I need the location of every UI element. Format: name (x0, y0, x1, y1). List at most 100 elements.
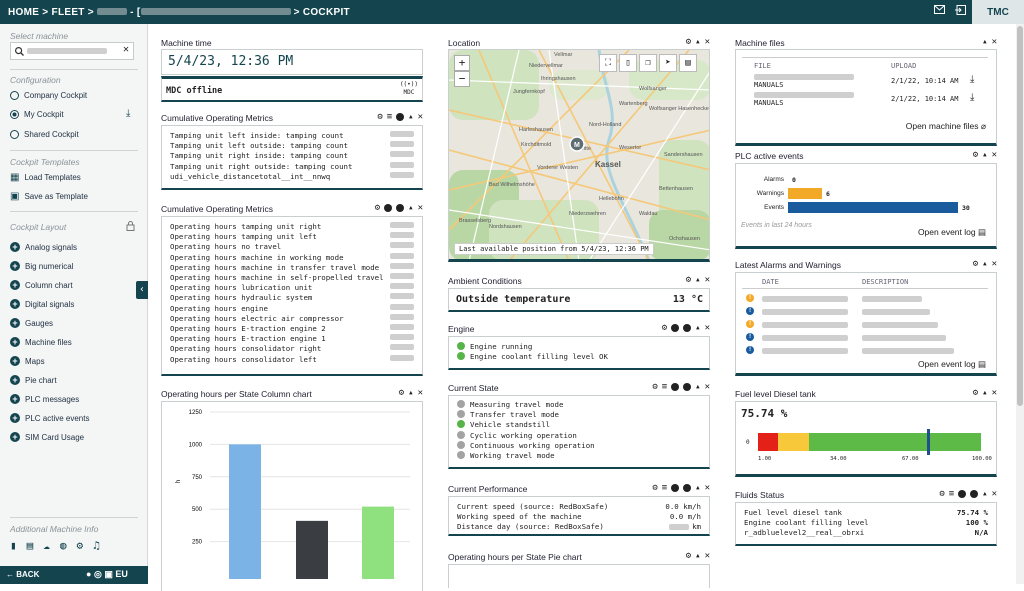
open-event-log-link[interactable]: Open event log ▤ (918, 227, 986, 238)
remove-icon[interactable] (396, 113, 405, 121)
file-row[interactable]: MANUALS 2/1/22, 10:14 AM ⤓ (736, 92, 996, 108)
clear-icon[interactable]: ✕ (123, 44, 129, 55)
copy-icon[interactable]: ❐ (639, 54, 657, 72)
phone-icon[interactable]: ▯ (619, 54, 637, 72)
minus-icon[interactable] (671, 324, 680, 332)
layout-item[interactable]: + Column chart (10, 280, 73, 290)
fullscreen-icon[interactable]: ⛶ (599, 54, 617, 72)
settings-icon[interactable]: ⚙ (973, 259, 978, 269)
alarm-row[interactable]: ! (736, 306, 996, 318)
calendar-icon[interactable]: ▤ (679, 54, 697, 72)
settings-icon[interactable]: ⚙ (686, 275, 691, 285)
mail-icon[interactable] (934, 5, 945, 14)
collapse-icon[interactable]: ▴ (982, 259, 987, 269)
layout-item[interactable]: + SIM Card Usage (10, 432, 84, 442)
collapse-icon[interactable]: ▴ (982, 489, 987, 499)
save-as-template[interactable]: ▣ Save as Template (10, 191, 88, 202)
settings-icon[interactable]: ⚙ (973, 388, 978, 398)
collapse-icon[interactable]: ▴ (408, 203, 413, 213)
sort-icon[interactable]: ≡ (387, 112, 392, 122)
settings-icon[interactable]: ⚙ (973, 150, 978, 160)
download-icon[interactable]: ⤓ (970, 92, 974, 103)
language-label[interactable]: EU (115, 569, 128, 579)
user-badge[interactable]: TMC (972, 0, 1024, 24)
sort-icon[interactable]: ≡ (662, 483, 667, 493)
bar[interactable] (362, 506, 394, 579)
minus-icon[interactable] (958, 490, 967, 498)
minus-icon[interactable] (384, 204, 393, 212)
close-icon[interactable]: ✕ (992, 489, 997, 499)
open-event-log-link[interactable]: Open event log ▤ (918, 359, 986, 370)
close-icon[interactable]: ✕ (992, 37, 997, 47)
scrollbar[interactable] (1016, 24, 1024, 584)
config-company-cockpit[interactable]: Company Cockpit (10, 91, 87, 100)
alarm-row[interactable]: ! (736, 345, 996, 357)
zoom-out-button[interactable]: − (454, 71, 470, 87)
settings-icon[interactable]: ⚙ (375, 203, 380, 213)
layout-item[interactable]: + PLC messages (10, 394, 79, 404)
plus-icon[interactable] (683, 324, 692, 332)
close-icon[interactable]: ✕ (705, 323, 710, 333)
close-icon[interactable]: ✕ (705, 37, 710, 47)
sort-icon[interactable]: ≡ (662, 382, 667, 392)
crumb-redacted[interactable] (97, 8, 128, 16)
collapse-icon[interactable]: ▴ (982, 150, 987, 160)
cloud-icon[interactable]: ☁ (43, 539, 50, 552)
close-icon[interactable]: ✕ (992, 259, 997, 269)
machine-select[interactable]: ✕ (10, 42, 134, 60)
settings-icon[interactable]: ⚙ (939, 489, 944, 499)
collapse-icon[interactable]: ▴ (695, 382, 700, 392)
bell-icon[interactable]: ♫ (93, 539, 100, 552)
minus-icon[interactable] (671, 383, 680, 391)
logout-icon[interactable] (955, 5, 966, 15)
collapse-icon[interactable]: ▴ (695, 323, 700, 333)
collapse-icon[interactable]: ▴ (695, 551, 700, 561)
map[interactable]: Vellmar Niedervellmar Ihringshausen Jungfer… (449, 50, 710, 261)
load-templates[interactable]: ▦ Load Templates (10, 172, 81, 183)
settings-icon[interactable]: ⚙ (77, 539, 84, 552)
settings-icon[interactable]: ⚙ (686, 37, 691, 47)
file-row[interactable]: MANUALS 2/1/22, 10:14 AM ⤓ (736, 74, 996, 90)
open-machine-files-link[interactable]: Open machine files ⌀ (906, 121, 986, 132)
close-icon[interactable]: ✕ (705, 275, 710, 285)
layout-item[interactable]: + Pie chart (10, 375, 57, 385)
plus-icon[interactable] (683, 383, 692, 391)
layout-item[interactable]: + PLC active events (10, 413, 89, 423)
download-icon[interactable]: ⤓ (970, 74, 974, 85)
layout-item[interactable]: + Gauges (10, 318, 53, 328)
alarm-row[interactable]: ! (736, 319, 996, 331)
close-icon[interactable]: ✕ (418, 112, 423, 122)
config-my-cockpit[interactable]: My Cockpit (10, 110, 64, 119)
close-icon[interactable]: ✕ (705, 483, 710, 493)
alarm-row[interactable]: ! (736, 293, 996, 305)
settings-icon[interactable]: ⚙ (377, 112, 382, 122)
navigate-icon[interactable]: ➤ (659, 54, 677, 72)
minus-icon[interactable] (671, 484, 680, 492)
plus-icon[interactable] (970, 490, 979, 498)
collapse-icon[interactable]: ▴ (695, 37, 700, 47)
layout-item[interactable]: + Big numerical (10, 261, 73, 271)
settings-icon[interactable]: ⚙ (652, 483, 657, 493)
layout-item[interactable]: + Analog signals (10, 242, 77, 252)
alarm-row[interactable]: ! (736, 332, 996, 344)
close-icon[interactable]: ✕ (705, 382, 710, 392)
crumb-fleet[interactable]: FLEET (52, 7, 85, 18)
close-icon[interactable]: ✕ (418, 388, 423, 398)
crumb-machine-redacted[interactable] (140, 8, 291, 16)
layout-item[interactable]: + Maps (10, 356, 45, 366)
back-button[interactable]: ← BACK (6, 570, 39, 579)
collapse-icon[interactable]: ▴ (408, 112, 413, 122)
settings-icon[interactable]: ⚙ (652, 382, 657, 392)
collapse-icon[interactable]: ▴ (408, 388, 413, 398)
bar[interactable] (296, 520, 328, 579)
bar-chart-icon[interactable]: ▮ (10, 539, 17, 552)
document-icon[interactable]: ▤ (27, 539, 34, 552)
bar[interactable] (229, 444, 261, 579)
close-icon[interactable]: ✕ (992, 150, 997, 160)
settings-icon[interactable]: ⚙ (399, 388, 404, 398)
collapse-icon[interactable]: ▴ (695, 275, 700, 285)
plus-icon[interactable] (396, 204, 405, 212)
globe-icon[interactable]: ◎ (94, 569, 102, 579)
collapse-sidebar-button[interactable]: ‹ (136, 281, 148, 299)
layout-item[interactable]: + Machine files (10, 337, 72, 347)
